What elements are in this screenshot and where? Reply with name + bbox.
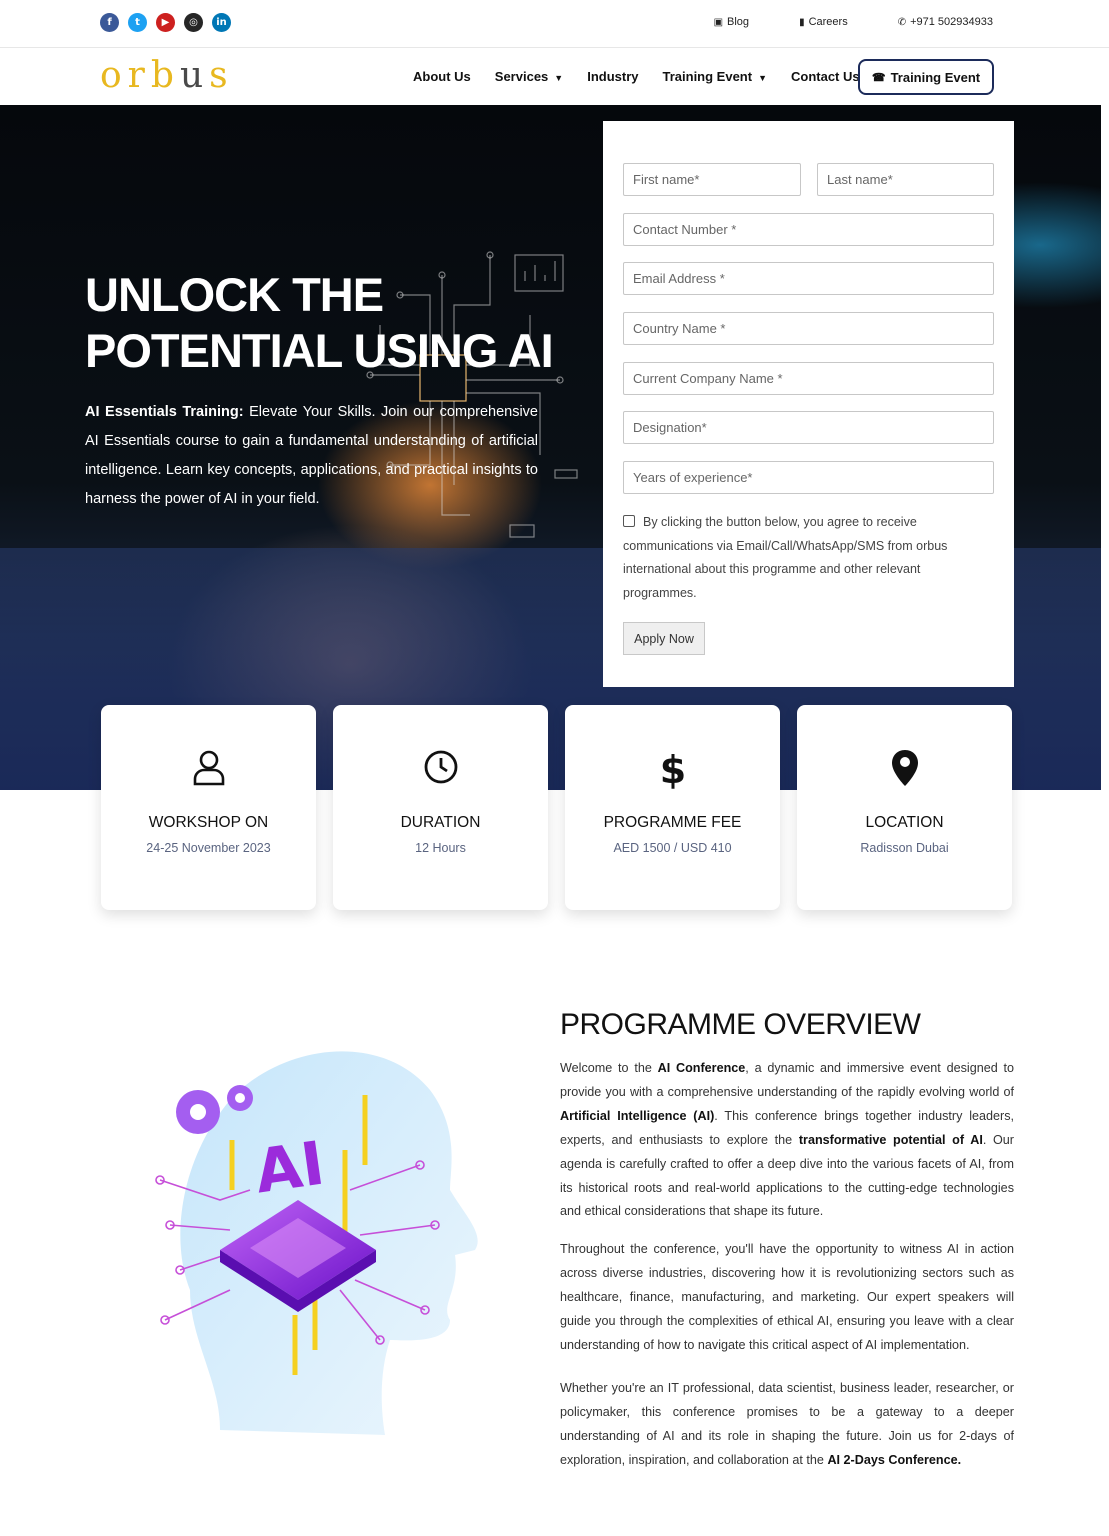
workshop-title: WORKSHOP ON: [148, 814, 269, 831]
hero-title-line2: POTENTIAL USING AI: [85, 324, 554, 377]
first-name-field[interactable]: First name*: [623, 163, 801, 196]
blog-icon: ▣: [713, 17, 724, 28]
consent-checkbox[interactable]: [623, 515, 635, 527]
duration-value: 12 Hours: [415, 841, 466, 855]
menu: About Us Services ▼ Industry Training Eve…: [413, 69, 860, 84]
careers-label: Careers: [808, 16, 848, 28]
logo-text-u: u: [179, 55, 210, 96]
clock-icon: [333, 749, 548, 789]
phone-link[interactable]: ✆ +971 502934933: [898, 16, 993, 28]
blog-label: Blog: [727, 16, 750, 28]
ai-letters: AI: [251, 1129, 329, 1208]
apply-now-button[interactable]: Apply Now: [623, 622, 705, 655]
phone-square-icon: ☎: [871, 71, 886, 84]
logo-text-suffix: s: [209, 55, 234, 96]
main-nav: orbus About Us Services ▼ Industry Traini…: [0, 49, 1109, 105]
phone-icon: ✆: [897, 17, 907, 28]
hero-intro-bold: AI Essentials Training:: [85, 404, 244, 420]
linkedin-icon[interactable]: in: [212, 13, 231, 32]
training-event-button-label: Training Event: [890, 69, 981, 85]
menu-industry[interactable]: Industry: [587, 69, 638, 84]
top-bar: f t ▶ ◎ in ▣ Blog ▮ Careers ✆ +971 50293493…: [0, 0, 1109, 48]
ov-p1-bold-2: Artificial Intelligence (AI): [560, 1108, 715, 1123]
map-pin-icon: [797, 749, 1012, 789]
twitter-icon[interactable]: t: [128, 13, 147, 32]
fee-card: $ PROGRAMME FEE AED 1500 / USD 410: [565, 705, 780, 910]
ov-p1-bold-3: transformative potential of AI: [798, 1132, 983, 1147]
user-icon: [101, 749, 316, 789]
svg-text:$: $: [661, 749, 685, 789]
menu-training-event[interactable]: Training Event ▼: [663, 69, 768, 84]
last-name-field[interactable]: Last name*: [817, 163, 994, 196]
location-title: LOCATION: [865, 814, 944, 831]
duration-card: DURATION 12 Hours: [333, 705, 548, 910]
ai-head-illustration: AI: [155, 1051, 478, 1435]
consent-block: By clicking the button below, you agree …: [623, 511, 983, 605]
facebook-icon[interactable]: f: [100, 13, 119, 32]
menu-contact-us[interactable]: Contact Us: [791, 69, 860, 84]
logo-text-prefix: orb: [100, 55, 180, 96]
menu-about-us[interactable]: About Us: [413, 69, 471, 84]
workshop-value: 24-25 November 2023: [146, 841, 271, 855]
social-links: f t ▶ ◎ in: [100, 13, 231, 32]
menu-training-label: Training Event: [662, 69, 753, 84]
designation-field[interactable]: Designation*: [623, 411, 994, 444]
country-field[interactable]: Country Name *: [623, 312, 994, 345]
briefcase-icon: ▮: [799, 17, 805, 28]
location-card: LOCATION Radisson Dubai: [797, 705, 1012, 910]
duration-title: DURATION: [400, 814, 481, 831]
overview-paragraph-3: Whether you're an IT professional, data …: [560, 1377, 1014, 1473]
overview-paragraph-2: Throughout the conference, you'll have t…: [560, 1242, 1014, 1352]
chevron-down-icon: ▼: [554, 73, 564, 83]
fee-title: PROGRAMME FEE: [603, 814, 742, 831]
blog-link[interactable]: ▣ Blog: [714, 16, 749, 28]
email-field[interactable]: Email Address *: [623, 262, 994, 295]
consent-text: By clicking the button below, you agree …: [623, 515, 948, 600]
hero-title-line1: UNLOCK THE: [85, 268, 384, 321]
ov-p1-a: Welcome to the: [560, 1061, 658, 1075]
experience-field[interactable]: Years of experience*: [623, 461, 994, 494]
hero-title: UNLOCK THE POTENTIAL USING AI: [85, 267, 605, 379]
chevron-down-icon: ▼: [758, 73, 767, 83]
contact-number-field[interactable]: Contact Number *: [623, 213, 994, 246]
overview-title: PROGRAMME OVERVIEW: [560, 1008, 921, 1041]
ov-p1-bold-1: AI Conference: [657, 1061, 746, 1075]
youtube-icon[interactable]: ▶: [156, 13, 175, 32]
overview-paragraph-1: Welcome to the AI Conference, a dynamic …: [560, 1057, 1014, 1224]
menu-services-label: Services: [494, 69, 549, 84]
orbus-logo[interactable]: orbus: [100, 55, 234, 96]
phone-label: +971 502934933: [910, 16, 993, 28]
hero-intro: AI Essentials Training: Elevate Your Ski…: [85, 398, 538, 514]
training-event-button[interactable]: ☎ Training Event: [858, 59, 994, 95]
ov-p3-bold: AI 2-Days Conference.: [827, 1452, 962, 1467]
workshop-card: WORKSHOP ON 24-25 November 2023: [101, 705, 316, 910]
company-field[interactable]: Current Company Name *: [623, 362, 994, 395]
dollar-icon: $: [565, 749, 780, 789]
top-links: ▣ Blog ▮ Careers ✆ +971 502934933: [714, 16, 993, 28]
menu-services[interactable]: Services ▼: [495, 69, 563, 84]
fee-value: AED 1500 / USD 410: [613, 841, 732, 855]
location-value: Radisson Dubai: [860, 841, 949, 855]
instagram-icon[interactable]: ◎: [184, 13, 203, 32]
registration-form: First name* Last name* Contact Number * …: [603, 121, 1014, 687]
careers-link[interactable]: ▮ Careers: [799, 16, 848, 28]
